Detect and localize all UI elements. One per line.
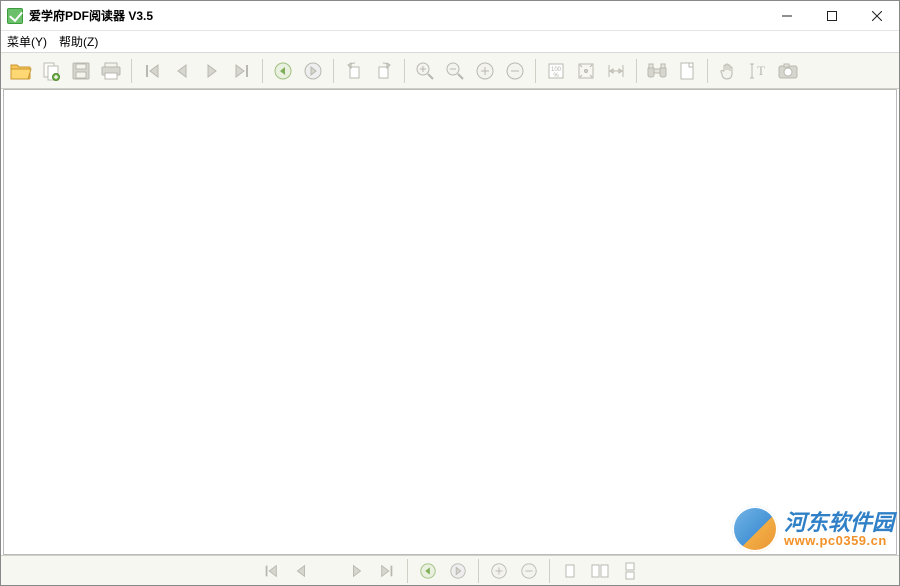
text-select-button[interactable]: T (744, 57, 772, 85)
print-button[interactable] (97, 57, 125, 85)
zoom-plus-icon (475, 61, 495, 81)
view-facing-bottom[interactable] (586, 557, 614, 585)
bookmarks-button[interactable] (673, 57, 701, 85)
svg-text:T: T (757, 63, 765, 78)
separator (478, 559, 479, 583)
view-continuous-bottom[interactable] (616, 557, 644, 585)
separator (636, 59, 637, 83)
continuous-icon (621, 562, 639, 580)
rotate-left-icon (344, 61, 364, 81)
page-icon (677, 61, 697, 81)
main-toolbar: 100% T (1, 53, 899, 89)
prev-page-button[interactable] (168, 57, 196, 85)
actual-size-button[interactable]: 100% (542, 57, 570, 85)
minimize-button[interactable] (764, 1, 809, 30)
printer-icon (100, 61, 122, 81)
back-button[interactable] (269, 57, 297, 85)
separator (535, 59, 536, 83)
hand-tool-button[interactable] (714, 57, 742, 85)
snapshot-button[interactable] (774, 57, 802, 85)
prev-icon (173, 62, 191, 80)
zoom-plus-icon (490, 562, 508, 580)
facing-pages-icon (590, 562, 610, 580)
zoom-in-area-button[interactable] (471, 57, 499, 85)
nav-back-icon (273, 61, 293, 81)
text-select-icon: T (748, 61, 768, 81)
nav-back-icon (419, 562, 437, 580)
hand-icon (718, 61, 738, 81)
window-title: 爱学府PDF阅读器 V3.5 (29, 7, 153, 24)
camera-icon (777, 62, 799, 80)
document-canvas (5, 91, 895, 553)
next-page-button-bottom[interactable] (343, 557, 371, 585)
last-icon (233, 62, 251, 80)
open-button[interactable] (7, 57, 35, 85)
app-icon (7, 8, 23, 24)
next-icon (349, 563, 365, 579)
titlebar: 爱学府PDF阅读器 V3.5 (1, 1, 899, 31)
separator (707, 59, 708, 83)
rotate-right-button[interactable] (370, 57, 398, 85)
fit-page-button[interactable] (572, 57, 600, 85)
zoom-out-bottom[interactable] (515, 557, 543, 585)
next-page-button[interactable] (198, 57, 226, 85)
zoom-in-icon (415, 61, 435, 81)
view-single-bottom[interactable] (556, 557, 584, 585)
separator (131, 59, 132, 83)
document-viewport[interactable] (3, 89, 897, 555)
zoom-out-icon (445, 61, 465, 81)
zoom-in-button[interactable] (411, 57, 439, 85)
first-icon (263, 563, 279, 579)
rotate-left-button[interactable] (340, 57, 368, 85)
maximize-button[interactable] (809, 1, 854, 30)
binoculars-icon (646, 61, 668, 81)
separator (549, 559, 550, 583)
rotate-right-icon (374, 61, 394, 81)
menu-file[interactable]: 菜单(Y) (7, 33, 47, 50)
copy-button[interactable] (37, 57, 65, 85)
close-button[interactable] (854, 1, 899, 30)
single-page-icon (561, 562, 579, 580)
last-page-button[interactable] (228, 57, 256, 85)
bottom-toolbar (1, 555, 899, 585)
next-icon (203, 62, 221, 80)
prev-page-button-bottom[interactable] (287, 557, 315, 585)
separator (407, 559, 408, 583)
separator (333, 59, 334, 83)
menu-help[interactable]: 帮助(Z) (59, 33, 98, 50)
last-icon (379, 563, 395, 579)
back-button-bottom[interactable] (414, 557, 442, 585)
zoom-minus-icon (505, 61, 525, 81)
app-window: 爱学府PDF阅读器 V3.5 菜单(Y) 帮助(Z) (0, 0, 900, 586)
window-controls (764, 1, 899, 30)
first-icon (143, 62, 161, 80)
fit-width-button[interactable] (602, 57, 630, 85)
nav-forward-icon (449, 562, 467, 580)
first-page-button[interactable] (138, 57, 166, 85)
fit-width-icon (606, 61, 626, 81)
zoom-in-bottom[interactable] (485, 557, 513, 585)
find-button[interactable] (643, 57, 671, 85)
zoom-out-button[interactable] (441, 57, 469, 85)
separator (262, 59, 263, 83)
svg-text:%: % (553, 73, 559, 79)
save-button[interactable] (67, 57, 95, 85)
separator (404, 59, 405, 83)
prev-icon (293, 563, 309, 579)
first-page-button-bottom[interactable] (257, 557, 285, 585)
forward-button[interactable] (299, 57, 327, 85)
zoom-out-area-button[interactable] (501, 57, 529, 85)
folder-icon (10, 61, 32, 81)
nav-forward-icon (303, 61, 323, 81)
save-icon (71, 61, 91, 81)
fit-page-icon (576, 61, 596, 81)
last-page-button-bottom[interactable] (373, 557, 401, 585)
menubar: 菜单(Y) 帮助(Z) (1, 31, 899, 53)
forward-button-bottom[interactable] (444, 557, 472, 585)
page-copy-icon (41, 61, 61, 81)
actual-size-icon: 100% (546, 61, 566, 81)
zoom-minus-icon (520, 562, 538, 580)
